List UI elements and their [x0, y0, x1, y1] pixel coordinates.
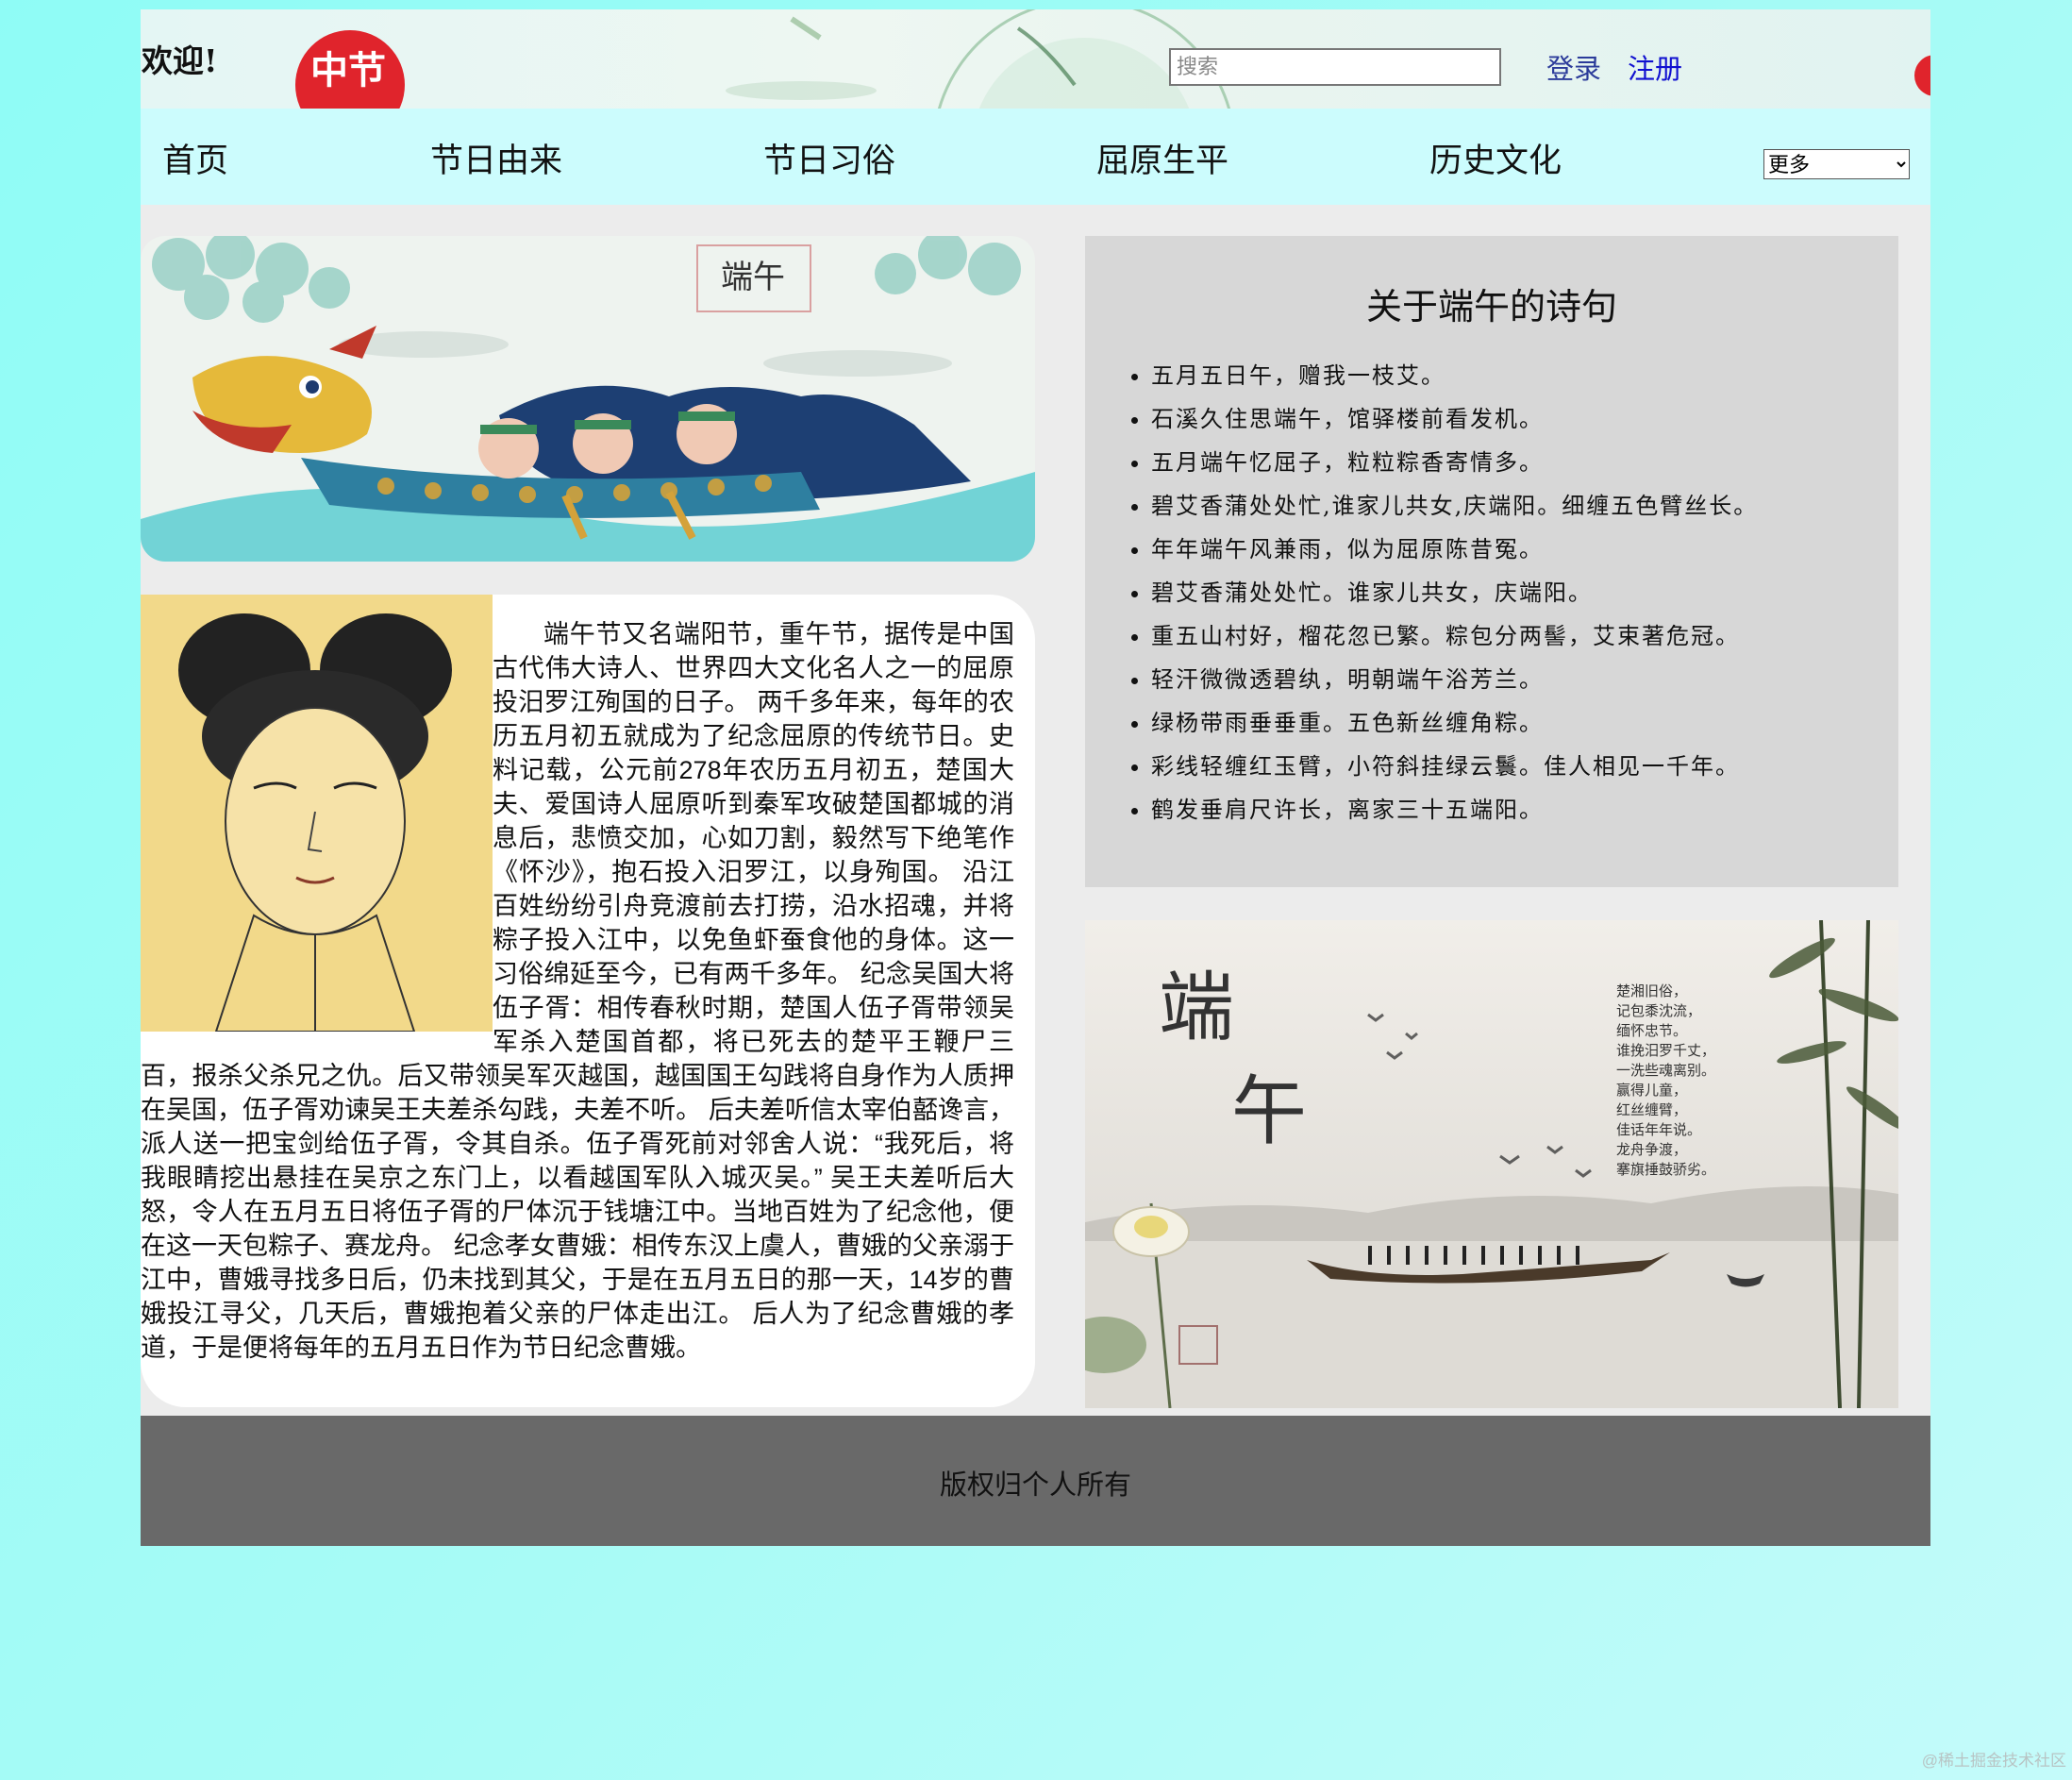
svg-text:记包黍沈流，: 记包黍沈流，: [1616, 1002, 1701, 1019]
svg-text:谁挽汨罗千丈，: 谁挽汨罗千丈，: [1616, 1042, 1715, 1059]
svg-text:一洗些魂离别。: 一洗些魂离别。: [1616, 1062, 1715, 1079]
svg-text:缅怀忠节。: 缅怀忠节。: [1616, 1022, 1687, 1039]
svg-text:红丝缠臂，: 红丝缠臂，: [1616, 1101, 1687, 1118]
login-link[interactable]: 登录: [1546, 47, 1601, 87]
poem-line: 五月五日午，赠我一枝艾。: [1151, 354, 1898, 397]
poem-line: 碧艾香蒲处处忙,谁家儿共女,庆端阳。细缠五色臂丝长。: [1151, 484, 1898, 528]
page-container: 中节 欢迎! 登录 注册 首页 节日由来 节日习俗 屈原生平 历史文化 更多: [141, 9, 1930, 1546]
welcome-text: 欢迎!: [142, 42, 218, 79]
nav-item-customs[interactable]: 节日习俗: [763, 134, 895, 182]
red-seal-icon: 中节: [295, 30, 405, 109]
svg-text:佳话年年说。: 佳话年年说。: [1616, 1121, 1701, 1138]
watermark-text: @稀土掘金技术社区: [1921, 1752, 2066, 1770]
article-card: 端午节又名端阳节，重午节，据传是中国古代伟大诗人、世界四大文化名人之一的屈原投汨…: [141, 595, 1035, 1407]
nav-item-quyuan[interactable]: 屈原生平: [1096, 134, 1228, 182]
svg-text:搴旗捶鼓骄劣。: 搴旗捶鼓骄劣。: [1616, 1161, 1715, 1178]
search-input[interactable]: [1169, 48, 1501, 86]
dragon-boat-illustration: 端午: [141, 236, 1035, 562]
poem-line: 五月端午忆屈子，粒粒粽香寄情多。: [1151, 441, 1898, 484]
svg-text:端午: 端午: [721, 259, 785, 296]
poem-line: 年年端午风兼雨，似为屈原陈昔冤。: [1151, 528, 1898, 571]
nav-item-origin[interactable]: 节日由来: [430, 134, 562, 182]
nav-item-history[interactable]: 历史文化: [1429, 134, 1562, 182]
nav-item-home[interactable]: 首页: [162, 134, 228, 182]
poems-panel: 关于端午的诗句 五月五日午，赠我一枝艾。 石溪久住思端午，馆驿楼前看发机。 五月…: [1085, 236, 1898, 887]
svg-text:中节: 中节: [310, 49, 386, 92]
top-header: 中节 欢迎! 登录 注册: [141, 9, 1930, 109]
register-link[interactable]: 注册: [1628, 47, 1682, 87]
hero-dragon-boat-image: 端午: [141, 236, 1035, 562]
qu-yuan-portrait-image: [141, 595, 493, 1032]
svg-text:龙舟争渡，: 龙舟争渡，: [1616, 1141, 1687, 1158]
poem-line: 碧艾香蒲处处忙。谁家儿共女，庆端阳。: [1151, 571, 1898, 614]
poem-line: 鹤发垂肩尺许长，离家三十五端阳。: [1151, 788, 1898, 831]
ink-painting-image: 端 午 楚湘旧俗， 记包黍沈流， 缅怀忠节。 谁挽汨罗千丈， 一洗些魂离别。 赢…: [1085, 920, 1898, 1408]
more-select[interactable]: 更多: [1763, 149, 1910, 179]
svg-text:楚湘旧俗，: 楚湘旧俗，: [1616, 982, 1687, 999]
ink-dragon-boat-painting: 端 午 楚湘旧俗， 记包黍沈流， 缅怀忠节。 谁挽汨罗千丈， 一洗些魂离别。 赢…: [1085, 920, 1898, 1408]
poem-line: 绿杨带雨垂垂重。五色新丝缠角粽。: [1151, 701, 1898, 745]
svg-text:端: 端: [1159, 964, 1234, 1051]
copyright-text: 版权归个人所有: [939, 1470, 1131, 1501]
poem-line: 重五山村好，榴花忽已繁。粽包分两髻，艾束著危冠。: [1151, 614, 1898, 658]
main-nav: 首页 节日由来 节日习俗 屈原生平 历史文化 更多: [141, 109, 1930, 205]
svg-text:午: 午: [1231, 1067, 1307, 1155]
svg-text:赢得儿童，: 赢得儿童，: [1616, 1082, 1687, 1099]
poem-line: 彩线轻缠红玉臂，小符斜挂绿云鬟。佳人相见一千年。: [1151, 745, 1898, 788]
poem-line: 石溪久住思端午，馆驿楼前看发机。: [1151, 397, 1898, 441]
poem-list: 五月五日午，赠我一枝艾。 石溪久住思端午，馆驿楼前看发机。 五月端午忆屈子，粒粒…: [1085, 354, 1898, 831]
poem-line: 轻汗微微透碧纨，明朝端午浴芳兰。: [1151, 658, 1898, 701]
main-content: 端午 端午节又名端阳节，重午节，据传是中国古代伟大诗人、世界四大文化名人之一的屈…: [141, 205, 1930, 1416]
footer: 版权归个人所有: [141, 1416, 1930, 1546]
poems-title: 关于端午的诗句: [1365, 288, 1617, 327]
